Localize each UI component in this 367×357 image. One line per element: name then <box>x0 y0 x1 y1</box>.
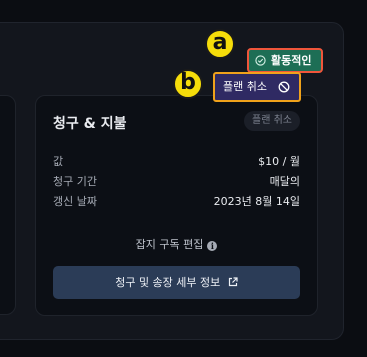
cancel-plan-button[interactable]: 플랜 취소 <box>213 72 301 102</box>
billing-details-label: 청구 및 송장 세부 정보 <box>115 276 221 289</box>
price-value: $10 / 월 <box>258 155 300 168</box>
cancel-plan-label: 플랜 취소 <box>223 80 267 93</box>
annotation-marker-a: a <box>205 29 235 59</box>
ban-icon <box>278 81 290 93</box>
check-circle-icon <box>255 55 266 66</box>
status-badge-label: 활동적인 <box>271 54 312 67</box>
renewal-date-row: 갱신 날짜 2023년 8월 14일 <box>53 193 300 209</box>
billing-period-value: 매달의 <box>269 175 300 188</box>
billing-title: 청구 & 지불 <box>53 116 127 132</box>
billing-details-button[interactable]: 청구 및 송장 세부 정보 <box>53 266 300 299</box>
screen: 청구 & 지불 플랜 취소 값 $10 / 월 청구 기간 매달의 갱신 날짜 … <box>0 0 367 357</box>
annotation-marker-b: b <box>173 69 203 99</box>
renewal-date-value: 2023년 8월 14일 <box>213 195 300 208</box>
billing-period-label: 청구 기간 <box>53 175 97 188</box>
billing-card: 청구 & 지불 플랜 취소 값 $10 / 월 청구 기간 매달의 갱신 날짜 … <box>35 95 318 316</box>
external-link-icon <box>228 277 238 287</box>
edit-subscription-link[interactable]: 잡지 구독 편집 i <box>36 236 317 252</box>
price-row: 값 $10 / 월 <box>53 153 300 169</box>
info-icon: i <box>207 241 218 251</box>
edit-subscription-label: 잡지 구독 편집 <box>135 238 204 251</box>
price-label: 값 <box>53 155 64 168</box>
status-badge: 활동적인 <box>247 48 323 73</box>
renewal-date-label: 갱신 날짜 <box>53 195 97 208</box>
left-card <box>0 95 16 315</box>
cancel-plan-chip[interactable]: 플랜 취소 <box>244 111 300 131</box>
billing-period-row: 청구 기간 매달의 <box>53 173 300 189</box>
